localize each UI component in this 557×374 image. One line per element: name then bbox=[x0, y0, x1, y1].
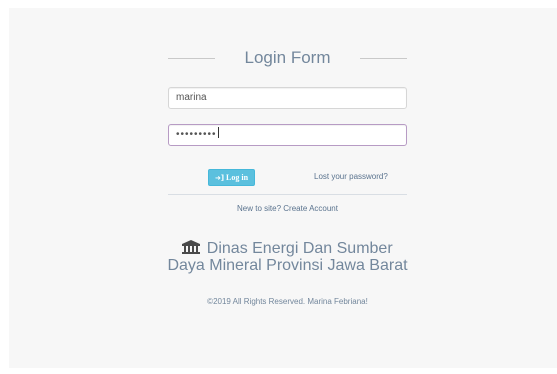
new-to-site-row: New to site? Create Account bbox=[167, 204, 408, 213]
organization-line-1: Dinas Energi Dan Sumber bbox=[206, 240, 393, 257]
organization-line-2: Daya Mineral Provinsi Jawa Barat bbox=[167, 257, 408, 274]
new-to-site-text: New to site? bbox=[237, 204, 282, 213]
text-caret bbox=[217, 127, 219, 138]
login-page: Login Form marina ••••••••• ➜] Log in Lo… bbox=[9, 8, 557, 368]
username-input[interactable]: marina bbox=[168, 87, 407, 109]
sign-in-icon: ➜] bbox=[214, 174, 225, 182]
organization-name: Dinas Energi Dan Sumber Daya Mineral Pro… bbox=[137, 240, 438, 274]
form-divider bbox=[168, 194, 407, 195]
form-title: Login Form bbox=[244, 48, 331, 67]
title-divider-right bbox=[360, 58, 407, 59]
title-divider-left bbox=[168, 58, 215, 59]
lost-password-link[interactable]: Lost your password? bbox=[314, 172, 388, 181]
username-value: marina bbox=[176, 92, 207, 103]
login-button[interactable]: ➜] Log in bbox=[208, 169, 255, 186]
password-input[interactable]: ••••••••• bbox=[168, 124, 407, 146]
login-button-label: Log in bbox=[226, 173, 249, 182]
create-account-link[interactable]: Create Account bbox=[283, 204, 338, 213]
form-title-row: Login Form bbox=[167, 48, 408, 68]
institution-icon bbox=[182, 240, 201, 254]
password-value: ••••••••• bbox=[176, 129, 217, 140]
copyright-text: ©2019 All Rights Reserved. Marina Febria… bbox=[207, 297, 368, 306]
